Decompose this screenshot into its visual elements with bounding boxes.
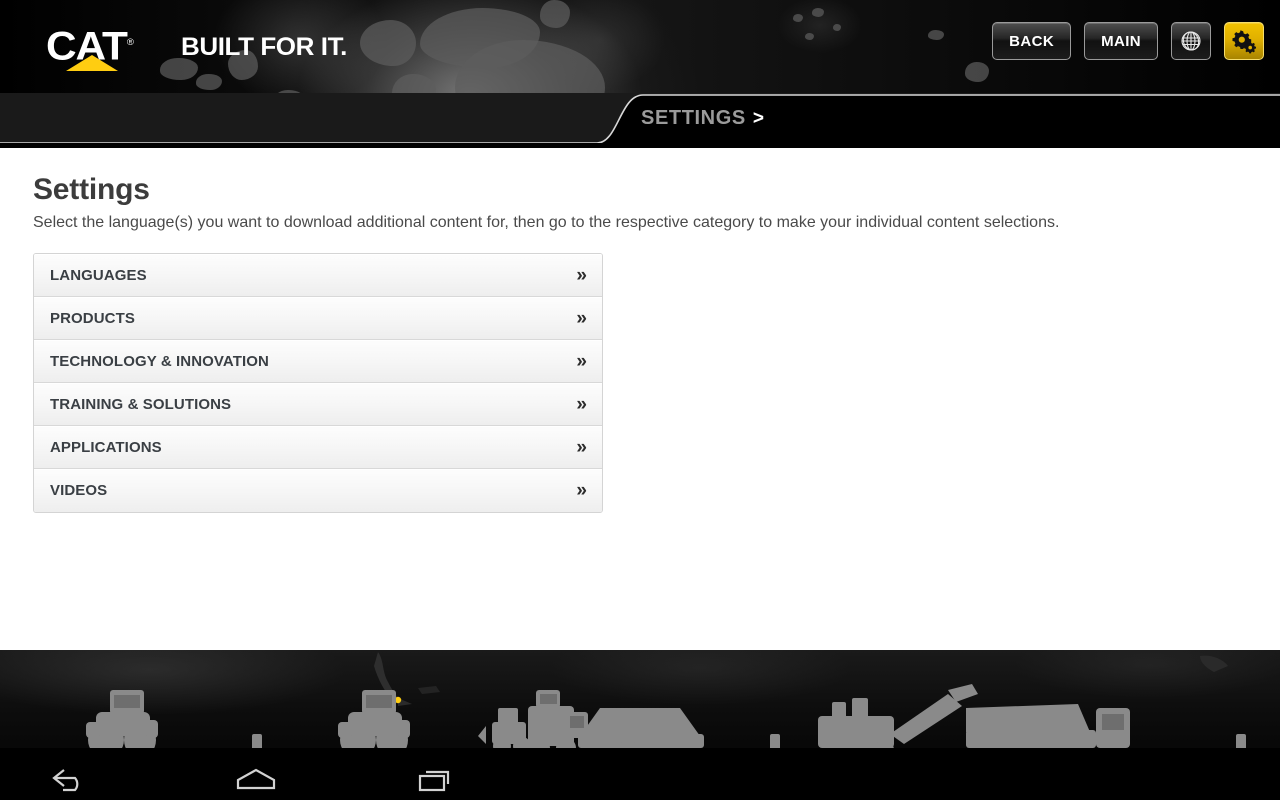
category-row-applications[interactable]: APPLICATIONS » [34,426,602,469]
main-button[interactable]: MAIN [1084,22,1158,60]
breadcrumb-label: SETTINGS [641,107,746,129]
double-chevron-right-icon: » [576,393,587,415]
category-row-technology-innovation[interactable]: TECHNOLOGY & INNOVATION » [34,340,602,383]
category-row-languages[interactable]: LANGUAGES » [34,254,602,297]
globe-button[interactable] [1171,22,1211,60]
main-content: Settings Select the language(s) you want… [0,148,1280,650]
nav-icon-group [52,768,450,792]
breadcrumb-shape [0,93,1280,148]
category-row-videos[interactable]: VIDEOS » [34,469,602,512]
header-button-group: BACK MAIN [992,22,1264,60]
category-row-training-solutions[interactable]: TRAINING & SOLUTIONS » [34,383,602,426]
registered-mark: ® [126,37,134,47]
android-back-icon [52,769,79,792]
main-button-label: MAIN [1101,32,1141,50]
category-label: LANGUAGES [50,266,147,284]
double-chevron-right-icon: » [576,480,587,501]
settings-button[interactable] [1224,22,1264,60]
breadcrumb-bar: SETTINGS > [0,93,1280,148]
globe-icon [1181,31,1201,51]
brand-tagline: BUILT FOR IT. [181,33,347,61]
app-header: CAT® BUILT FOR IT. BACK MAIN [0,0,1280,93]
app-root: CAT® BUILT FOR IT. BACK MAIN SETTINGS > … [0,0,1280,800]
back-button[interactable]: BACK [992,22,1072,60]
double-chevron-right-icon: » [576,307,587,329]
double-chevron-right-icon: » [576,350,587,372]
android-navigation-bar [0,748,1280,800]
category-list: LANGUAGES » PRODUCTS » TECHNOLOGY & INNO… [33,253,603,513]
android-home-icon [236,768,276,790]
category-label: TECHNOLOGY & INNOVATION [50,352,269,370]
cat-triangle-icon [66,55,118,71]
category-row-products[interactable]: PRODUCTS » [34,297,602,340]
machine-silhouettes [86,652,1246,760]
breadcrumb[interactable]: SETTINGS > [641,107,765,130]
footer-illustration [0,650,1280,800]
back-button-label: BACK [1009,32,1055,50]
breadcrumb-separator: > [752,108,765,129]
page-title: Settings [33,173,150,206]
category-label: APPLICATIONS [50,438,162,456]
double-chevron-right-icon: » [576,436,587,458]
category-label: PRODUCTS [50,309,135,327]
android-recents-icon [418,770,450,792]
category-label: TRAINING & SOLUTIONS [50,395,232,413]
category-label: VIDEOS [50,482,108,499]
gears-icon [1232,30,1257,54]
page-subtitle: Select the language(s) you want to downl… [33,214,1060,231]
cat-logo[interactable]: CAT® [46,25,136,71]
double-chevron-right-icon: » [576,264,587,286]
